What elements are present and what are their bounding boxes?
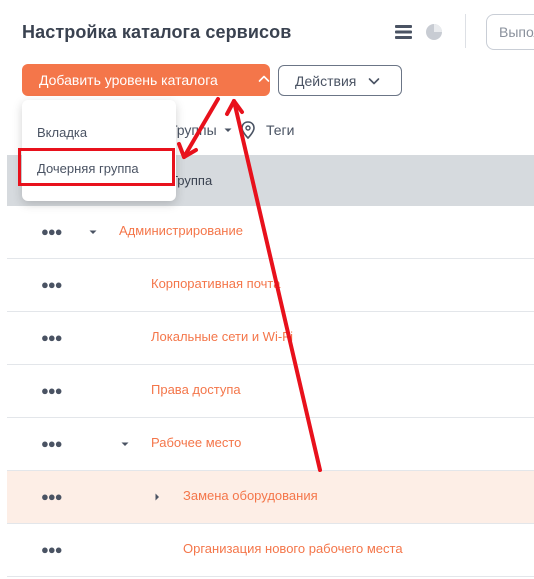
add-catalog-level-label: Добавить уровень каталога (39, 72, 218, 88)
actions-button[interactable]: Действия (278, 65, 402, 96)
more-dots-icon[interactable]: ●●● (41, 383, 63, 398)
dropdown-item-tab[interactable]: Вкладка (22, 115, 176, 149)
annotation-highlight-box (18, 148, 175, 186)
row-name[interactable]: Администрирование (119, 223, 243, 238)
hamburger-menu-icon[interactable] (394, 22, 414, 42)
tag-icon (241, 121, 255, 140)
add-catalog-level-button[interactable]: Добавить уровень каталога (22, 64, 270, 96)
search-input[interactable] (487, 15, 534, 49)
group-column-header: Группа (171, 173, 213, 188)
table-row[interactable]: ●●● Рабочее место (7, 418, 534, 471)
pie-chart-icon[interactable] (424, 22, 444, 42)
page-title: Настройка каталога сервисов (22, 22, 292, 42)
more-dots-icon[interactable]: ●●● (41, 542, 63, 557)
row-name[interactable]: Замена оборудования (183, 488, 318, 503)
more-dots-icon[interactable]: ●●● (41, 330, 63, 345)
chevron-up-icon (258, 75, 270, 82)
more-dots-icon[interactable]: ●●● (41, 277, 63, 292)
header-divider (465, 14, 466, 48)
caret-down-icon (224, 128, 232, 132)
caret-down-icon[interactable] (87, 226, 99, 238)
tags-filter[interactable]: Теги (238, 120, 294, 140)
table-row[interactable]: ●●● Права доступа (7, 365, 534, 418)
row-name[interactable]: Рабочее место (151, 435, 241, 450)
groups-filter-label: Группы (170, 122, 217, 138)
actions-label: Действия (295, 72, 357, 89)
search-field[interactable] (486, 14, 534, 50)
more-dots-icon[interactable]: ●●● (41, 224, 63, 239)
table-row-selected[interactable]: ●●● Замена оборудования (7, 471, 534, 524)
tags-filter-label: Теги (266, 122, 295, 138)
table-row[interactable]: ●●● Корпоративная почта (7, 259, 534, 312)
table-row[interactable]: ●●● Локальные сети и Wi-Fi (7, 312, 534, 365)
groups-filter[interactable]: Группы (170, 122, 233, 138)
more-dots-icon[interactable]: ●●● (41, 489, 63, 504)
row-name[interactable]: Права доступа (151, 382, 241, 397)
row-name[interactable]: Корпоративная почта (151, 276, 280, 291)
annotation-arrowhead-up (225, 99, 244, 116)
table-row[interactable]: ●●● Организация нового рабочего места (7, 524, 534, 577)
more-dots-icon[interactable]: ●●● (41, 436, 63, 451)
row-name[interactable]: Организация нового рабочего места (183, 541, 403, 556)
caret-down-icon[interactable] (119, 438, 131, 450)
table-row[interactable]: ●●● Администрирование (7, 206, 534, 259)
chevron-down-icon (368, 78, 380, 85)
caret-right-icon[interactable] (151, 491, 163, 503)
row-name[interactable]: Локальные сети и Wi-Fi (151, 329, 293, 344)
